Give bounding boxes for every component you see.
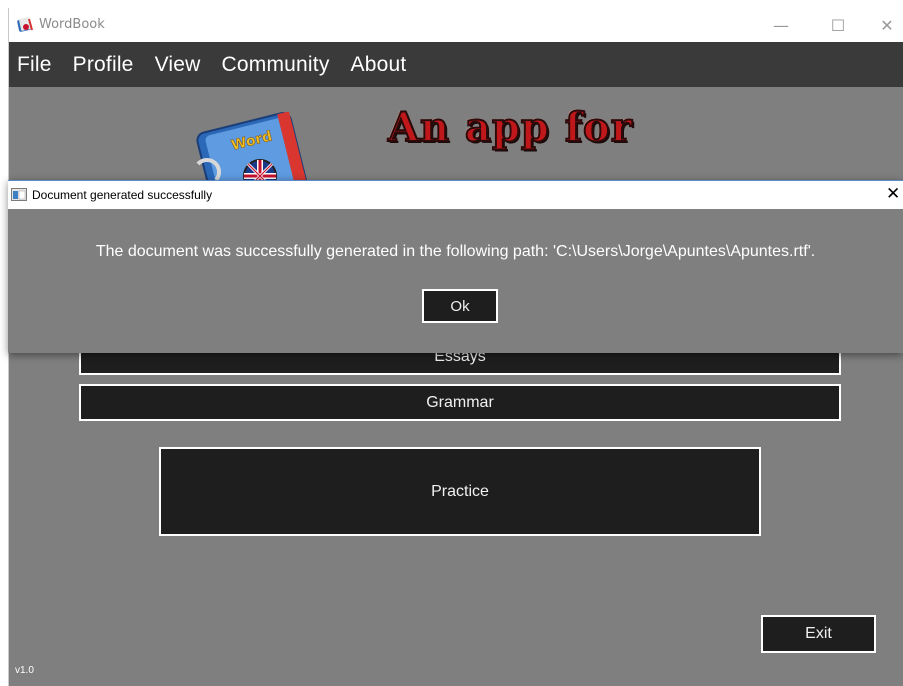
menu-file[interactable]: File: [17, 53, 52, 77]
menu-profile[interactable]: Profile: [73, 53, 134, 77]
grammar-button[interactable]: Grammar: [79, 384, 841, 421]
practice-button[interactable]: Practice: [159, 447, 761, 536]
wordbook-logo-icon: Word: [176, 111, 326, 212]
success-dialog: Document generated successfully ✕ The do…: [8, 180, 903, 353]
dialog-close-button[interactable]: ✕: [886, 184, 900, 204]
title-bar: WordBook — ☐ ✕: [9, 8, 903, 42]
dialog-title: Document generated successfully: [32, 188, 213, 202]
menu-view[interactable]: View: [155, 53, 201, 77]
window-title: WordBook: [39, 17, 105, 32]
minimize-button[interactable]: —: [758, 8, 804, 42]
version-label: v1.0: [15, 665, 34, 676]
menu-about[interactable]: About: [351, 53, 407, 77]
dialog-message: The document was successfully generated …: [95, 243, 816, 260]
ok-button[interactable]: Ok: [422, 289, 498, 323]
maximize-button[interactable]: ☐: [815, 8, 861, 42]
banner-headline: An app for: [387, 103, 633, 152]
menu-community[interactable]: Community: [222, 53, 330, 77]
menu-bar: File Profile View Community About: [9, 42, 903, 87]
dialog-title-bar: Document generated successfully ✕: [8, 181, 903, 209]
close-button[interactable]: ✕: [864, 8, 903, 42]
dialog-window-icon: [11, 188, 27, 201]
wordbook-app-icon: [16, 16, 34, 33]
exit-button[interactable]: Exit: [761, 615, 876, 653]
